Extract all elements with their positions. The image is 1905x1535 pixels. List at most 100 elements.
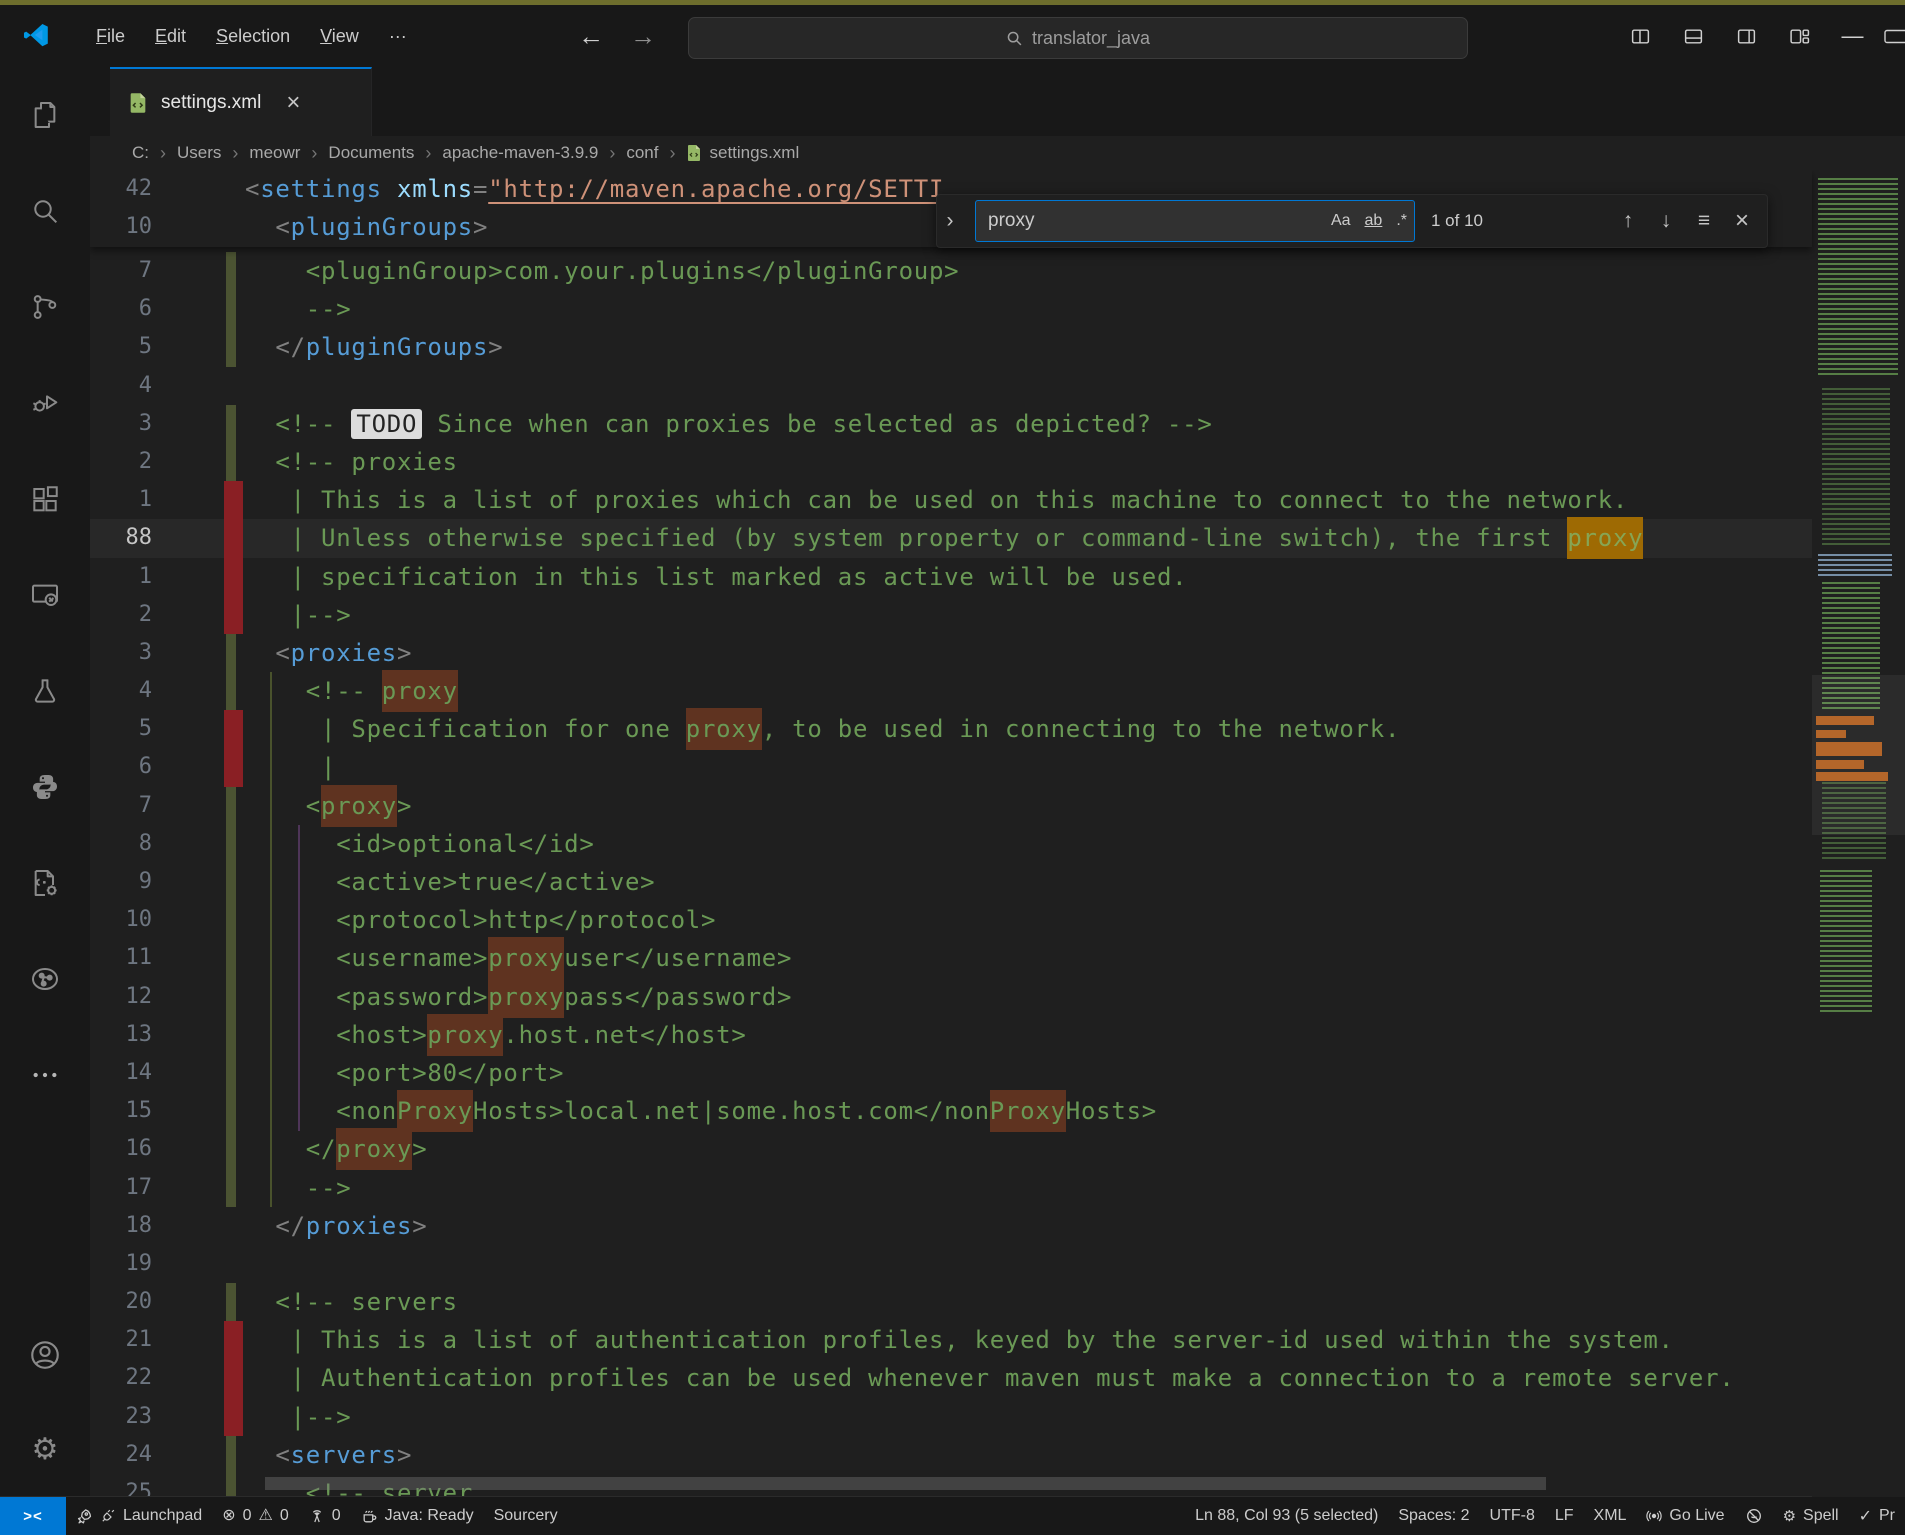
match-case-icon[interactable]: Aa <box>1324 212 1358 230</box>
find-expand-chevron-icon[interactable]: › <box>937 195 963 247</box>
command-center-search[interactable]: translator_java <box>688 17 1468 59</box>
tab-settings-xml[interactable]: settings.xml × <box>110 67 372 136</box>
indentation-button[interactable]: Spaces: 2 <box>1388 1497 1479 1535</box>
toggle-secondary-sidebar-icon[interactable] <box>1720 5 1773 67</box>
close-find-icon[interactable]: × <box>1723 201 1761 241</box>
code-line[interactable]: 6 | <box>90 748 1905 786</box>
activity-remote-explorer[interactable] <box>0 547 90 643</box>
eol-button[interactable]: LF <box>1545 1497 1584 1535</box>
breadcrumb-item[interactable]: C: <box>132 143 149 163</box>
problems-button[interactable]: ⊗ 0 ⚠ 0 <box>212 1497 299 1535</box>
menu-overflow[interactable]: ··· <box>377 20 419 53</box>
code-line[interactable]: 20 <!-- servers <box>90 1283 1905 1321</box>
warning-icon: ⚠ <box>259 1508 273 1524</box>
code-line[interactable]: 4 <box>90 367 1905 405</box>
regex-icon[interactable]: .* <box>1389 212 1414 230</box>
horizontal-scrollbar[interactable] <box>265 1477 1546 1490</box>
menu-view[interactable]: View <box>308 20 371 53</box>
code-line[interactable]: 4 <!-- proxy <box>90 672 1905 710</box>
code-line[interactable]: 19 <box>90 1245 1905 1283</box>
breadcrumb-item[interactable]: apache-maven-3.9.9 <box>442 143 598 163</box>
find-input[interactable] <box>976 210 1324 232</box>
code-line[interactable]: 7 <pluginGroup>com.your.plugins</pluginG… <box>90 252 1905 290</box>
code-line[interactable]: 9 <active>true</active> <box>90 863 1905 901</box>
code-line[interactable]: 13 <host>proxy.host.net</host> <box>90 1016 1905 1054</box>
previous-match-icon[interactable]: ↑ <box>1609 201 1647 241</box>
code-line[interactable]: 5 | Specification for one proxy, to be u… <box>90 710 1905 748</box>
toggle-panel-icon[interactable] <box>1667 5 1720 67</box>
code-line[interactable]: 12 <password>proxypass</password> <box>90 978 1905 1016</box>
code-line[interactable]: 15 <nonProxyHosts>local.net|some.host.co… <box>90 1092 1905 1130</box>
menu-edit[interactable]: Edit <box>143 20 198 53</box>
code-line[interactable]: 8 <id>optional</id> <box>90 825 1905 863</box>
tab-close-icon[interactable]: × <box>286 91 300 115</box>
code-line[interactable]: 1 | specification in this list marked as… <box>90 558 1905 596</box>
toggle-sidebar-icon[interactable] <box>1614 5 1667 67</box>
code-line[interactable]: 1 | This is a list of proxies which can … <box>90 481 1905 519</box>
activity-dependency-graph[interactable] <box>0 931 90 1027</box>
minimize-icon[interactable]: — <box>1826 5 1879 67</box>
activity-extensions[interactable] <box>0 451 90 547</box>
code-line[interactable]: 7 <proxy> <box>90 787 1905 825</box>
code-line[interactable]: 14 <port>80</port> <box>90 1054 1905 1092</box>
activity-cmake-tools[interactable] <box>0 835 90 931</box>
code-line[interactable]: 3 <proxies> <box>90 634 1905 672</box>
breadcrumb-item[interactable]: Users <box>177 143 221 163</box>
launchpad-button[interactable]: Launchpad <box>66 1497 212 1535</box>
code-line[interactable]: 16 </proxy> <box>90 1130 1905 1168</box>
breadcrumb-item[interactable]: Documents <box>328 143 414 163</box>
code-line[interactable]: 2 <!-- proxies <box>90 443 1905 481</box>
sourcery-button[interactable]: Sourcery <box>484 1497 568 1535</box>
activity-accounts[interactable] <box>0 1307 90 1402</box>
forward-arrow-icon[interactable]: → <box>630 21 656 52</box>
code-line[interactable]: 21 | This is a list of authentication pr… <box>90 1321 1905 1359</box>
ports-button[interactable]: 0 <box>299 1497 351 1535</box>
whole-word-icon[interactable]: ab <box>1358 212 1390 230</box>
minimap[interactable] <box>1812 170 1905 1497</box>
language-mode-button[interactable]: XML <box>1584 1497 1637 1535</box>
prettier-button[interactable]: ✓ Pr <box>1849 1497 1905 1535</box>
line-number: 13 <box>90 1016 152 1054</box>
code-line[interactable]: 11 <username>proxyuser</username> <box>90 939 1905 977</box>
cursor-position-button[interactable]: Ln 88, Col 93 (5 selected) <box>1185 1497 1388 1535</box>
customize-layout-icon[interactable] <box>1773 5 1826 67</box>
copilot-disabled-icon <box>1745 1507 1763 1525</box>
activity-explorer[interactable] <box>0 67 90 163</box>
copilot-disabled-button[interactable] <box>1735 1497 1773 1535</box>
code-line[interactable]: 10 <protocol>http</protocol> <box>90 901 1905 939</box>
git-gutter-decoration <box>226 405 236 443</box>
breadcrumb-file[interactable]: settings.xml <box>686 143 799 163</box>
code-line[interactable]: 88 | Unless otherwise specified (by syst… <box>90 519 1905 557</box>
activity-source-control[interactable] <box>0 259 90 355</box>
activity-more[interactable] <box>0 1027 90 1123</box>
spell-checker-button[interactable]: ⚙ Spell <box>1773 1497 1849 1535</box>
code-line[interactable]: 2 |--> <box>90 596 1905 634</box>
activity-run-debug[interactable] <box>0 355 90 451</box>
code-line[interactable]: 18 </proxies> <box>90 1207 1905 1245</box>
menu-selection[interactable]: Selection <box>204 20 302 53</box>
back-arrow-icon[interactable]: ← <box>578 21 604 52</box>
code-line[interactable]: 17 --> <box>90 1169 1905 1207</box>
code-line[interactable]: 6 --> <box>90 290 1905 328</box>
encoding-button[interactable]: UTF-8 <box>1480 1497 1545 1535</box>
code-line[interactable]: 23 |--> <box>90 1398 1905 1436</box>
java-status-button[interactable]: Java: Ready <box>351 1497 484 1535</box>
activity-python[interactable] <box>0 739 90 835</box>
remote-indicator[interactable]: >< <box>0 1497 66 1535</box>
activity-search[interactable] <box>0 163 90 259</box>
go-live-button[interactable]: Go Live <box>1636 1497 1734 1535</box>
breadcrumb-item[interactable]: conf <box>626 143 658 163</box>
menu-file[interactable]: File <box>84 20 137 53</box>
code-line[interactable]: 22 | Authentication profiles can be used… <box>90 1359 1905 1397</box>
maximize-icon[interactable] <box>1879 5 1905 67</box>
next-match-icon[interactable]: ↓ <box>1647 201 1685 241</box>
find-in-selection-icon[interactable]: ≡ <box>1685 201 1723 241</box>
breadcrumb-item[interactable]: meowr <box>249 143 300 163</box>
editor-pane[interactable]: 7 <pluginGroup>com.your.plugins</pluginG… <box>90 170 1905 1497</box>
activity-settings[interactable]: ⚙ <box>0 1402 90 1497</box>
code-line[interactable]: 24 <servers> <box>90 1436 1905 1474</box>
code-line[interactable]: 3 <!-- TODO Since when can proxies be se… <box>90 405 1905 443</box>
activity-testing[interactable] <box>0 643 90 739</box>
code-line[interactable]: 5 </pluginGroups> <box>90 328 1905 366</box>
git-gutter-decoration <box>226 1054 236 1092</box>
